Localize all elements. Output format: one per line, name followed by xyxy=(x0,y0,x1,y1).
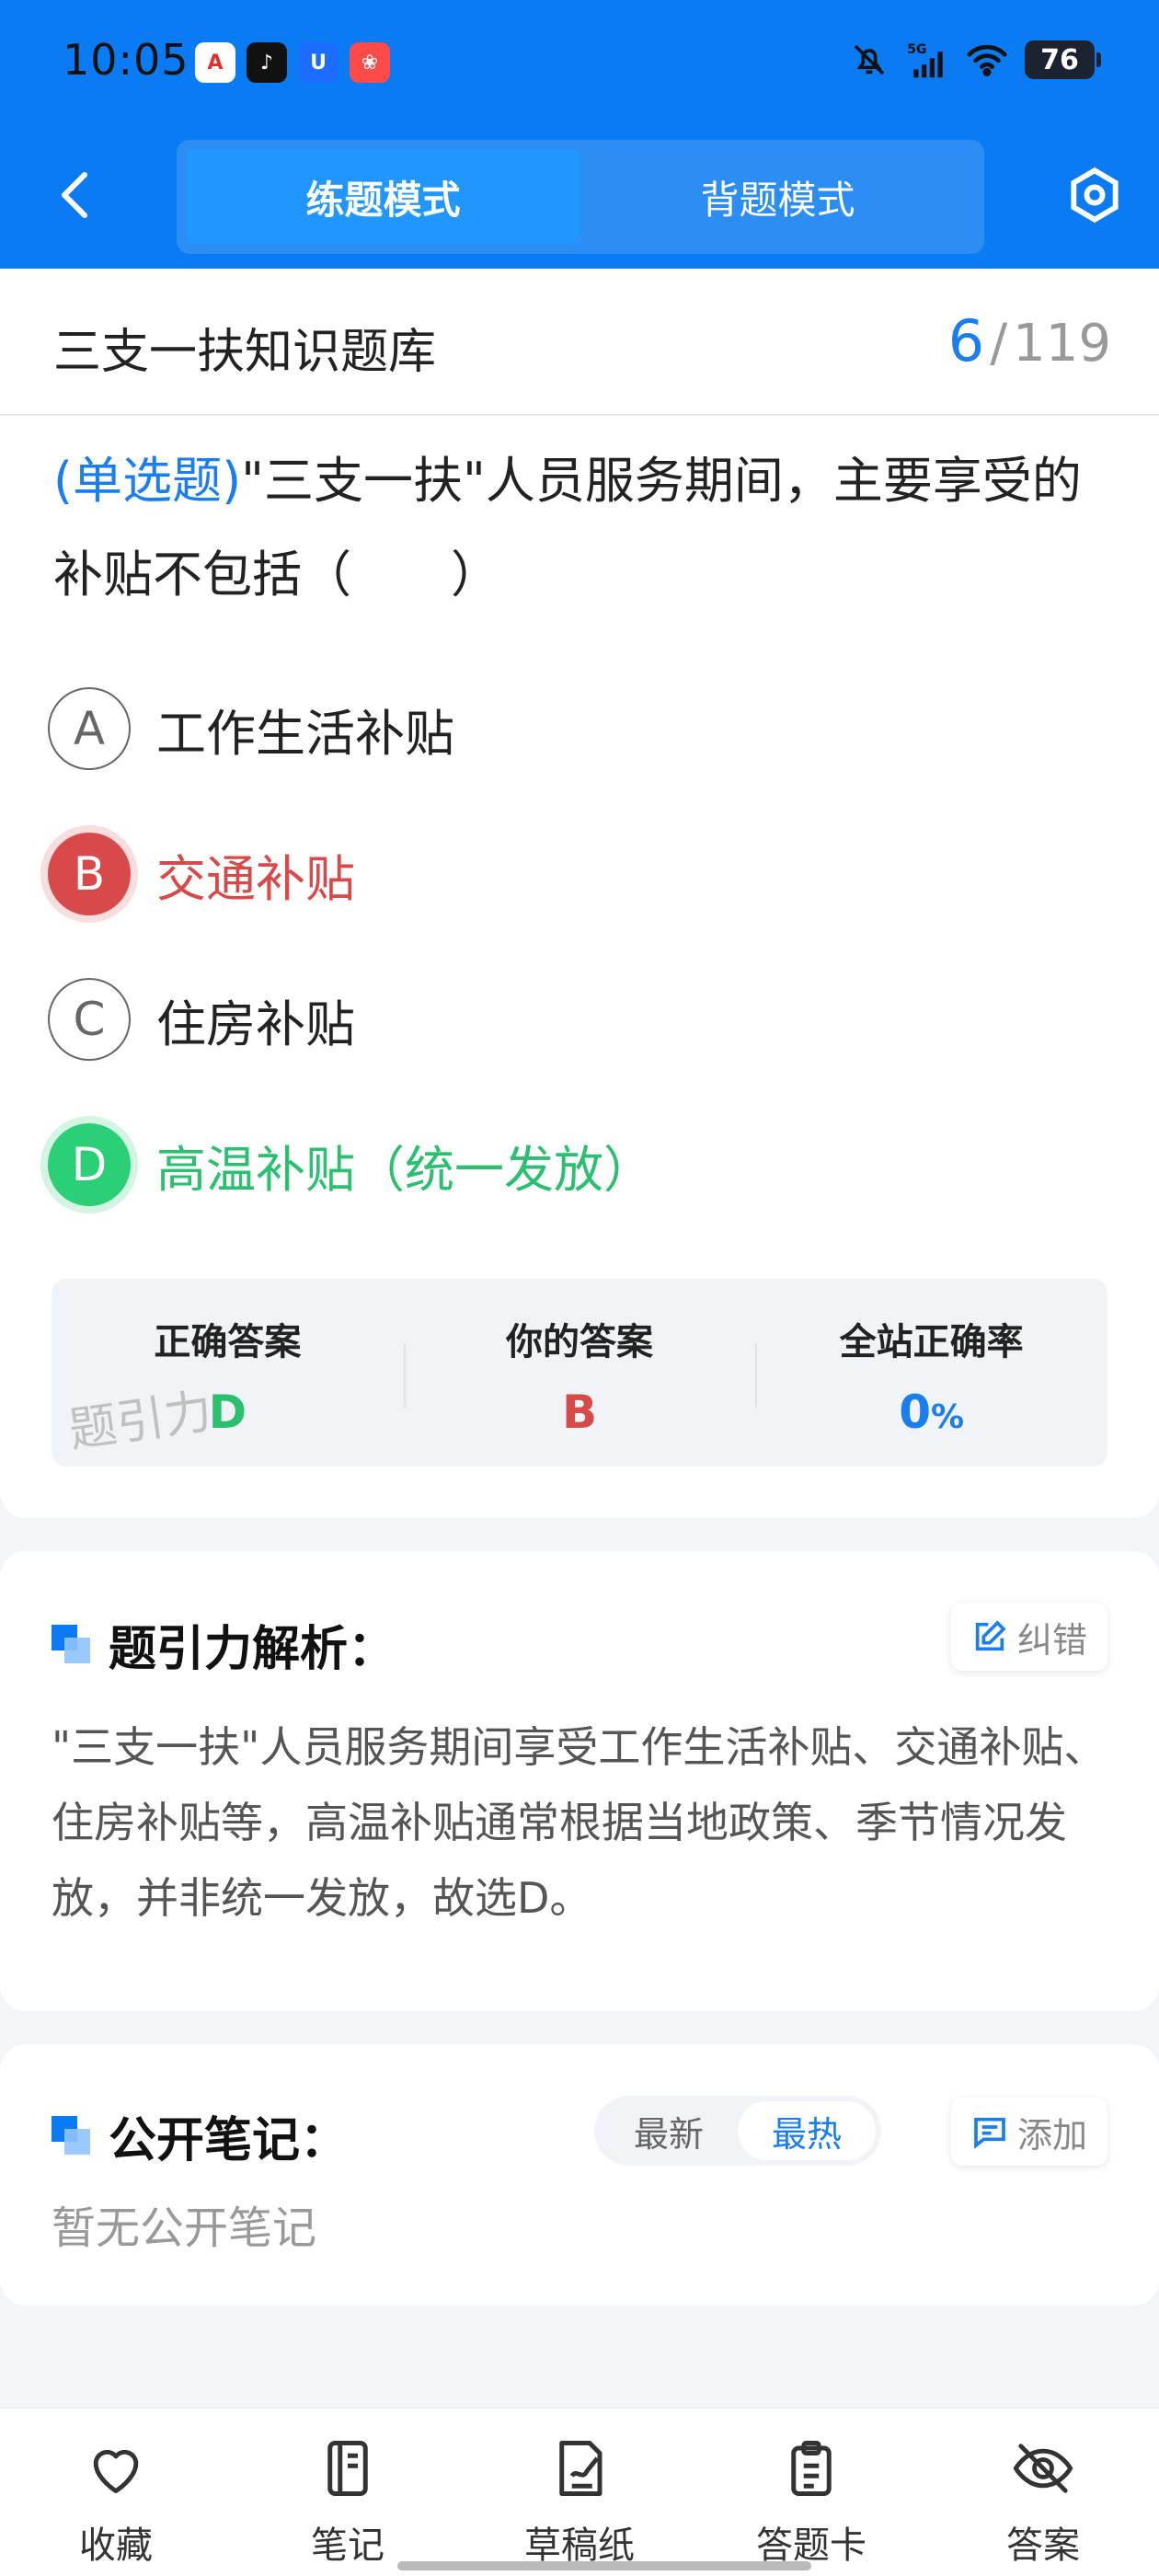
progress-separator: / xyxy=(990,314,1008,374)
edit-icon xyxy=(975,1620,1006,1651)
answer-card-icon xyxy=(779,2436,843,2501)
correct-answer-title: 正确答案 xyxy=(154,1321,302,1363)
question-type: (单选题) xyxy=(53,452,242,510)
heart-icon xyxy=(84,2436,148,2501)
option-letter: C xyxy=(48,978,131,1061)
progress-current: 6 xyxy=(947,307,985,374)
show-answer-label: 答案 xyxy=(1006,2524,1080,2567)
analysis-text: "三支一扶"人员服务期间享受工作生活补贴、交通补贴、住房补贴等，高温补贴通常根据… xyxy=(52,1722,1107,1923)
my-answer-title: 你的答案 xyxy=(506,1321,653,1363)
draft-paper-icon xyxy=(547,2436,612,2501)
back-button[interactable] xyxy=(46,166,105,224)
comment-icon xyxy=(974,2117,1005,2149)
accuracy-col: 全站正确率 0% xyxy=(755,1279,1107,1466)
accuracy-unit: % xyxy=(931,1398,965,1436)
app-u-icon: U xyxy=(298,42,339,83)
battery-indicator: 76 xyxy=(1025,40,1101,79)
notification-icons: A ♪ U ❀ xyxy=(195,42,390,83)
correct-answer-col: 正确答案 D 题引力 xyxy=(52,1279,404,1466)
my-answer-value: B xyxy=(561,1386,598,1439)
option-letter: D xyxy=(48,1123,131,1206)
analysis-header: 题引力解析： xyxy=(52,1610,396,1679)
settings-button[interactable] xyxy=(1065,166,1124,224)
report-error-label: 纠错 xyxy=(1016,1619,1087,1661)
system-icons: 5G 76 xyxy=(848,39,1101,81)
analysis-title: 题引力解析： xyxy=(109,1622,396,1677)
analysis-card: 题引力解析： 纠错 "三支一扶"人员服务期间享受工作生活补贴、交通补贴、住房补贴… xyxy=(0,1551,1159,2011)
option-text: 住房补贴 xyxy=(156,995,355,1053)
draft-paper-button[interactable]: 草稿纸 xyxy=(464,2409,695,2576)
wifi-icon xyxy=(966,39,1008,81)
tab-practice-mode[interactable]: 练题模式 xyxy=(186,149,580,245)
accuracy-value: 0% xyxy=(899,1386,964,1439)
sort-hottest[interactable]: 最热 xyxy=(738,2101,876,2160)
question-text: (单选题)"三支一扶"人员服务期间，主要享受的补贴不包括（ ） xyxy=(53,434,1111,622)
section-mark-icon xyxy=(52,2115,92,2156)
notebook-icon xyxy=(316,2436,380,2501)
option-text: 工作生活补贴 xyxy=(156,704,454,763)
app-red-icon: ❀ xyxy=(350,42,390,83)
notes-empty-text: 暂无公开笔记 xyxy=(52,2202,317,2254)
report-error-button[interactable]: 纠错 xyxy=(950,1603,1107,1671)
bottom-toolbar: 收藏 笔记 草稿纸 答题卡 答案 xyxy=(0,2407,1159,2576)
settings-hex-icon xyxy=(1071,167,1119,224)
option-a[interactable]: A 工作生活补贴 xyxy=(48,683,454,775)
notes-title: 公开笔记： xyxy=(109,2113,349,2168)
option-c[interactable]: C 住房补贴 xyxy=(48,973,355,1065)
show-answer-button[interactable]: 答案 xyxy=(927,2409,1159,2576)
svg-text:5G: 5G xyxy=(907,42,926,57)
add-note-label: 添加 xyxy=(1016,2114,1087,2156)
signal-5g-icon: 5G xyxy=(907,39,949,81)
tiktok-icon: ♪ xyxy=(247,42,287,83)
option-text: 高温补贴（统一发放） xyxy=(156,1140,653,1199)
notes-sort-toggle: 最新 最热 xyxy=(594,2096,881,2166)
accuracy-number: 0 xyxy=(899,1386,932,1439)
bell-off-icon xyxy=(848,39,890,81)
option-b[interactable]: B 交通补贴 xyxy=(48,828,355,920)
question-progress: 6/119 xyxy=(948,307,1111,374)
tab-memorize-mode[interactable]: 背题模式 xyxy=(580,149,975,245)
add-note-button[interactable]: 添加 xyxy=(950,2098,1107,2166)
progress-total: 119 xyxy=(1013,314,1111,374)
option-d[interactable]: D 高温补贴（统一发放） xyxy=(48,1119,653,1211)
section-mark-icon xyxy=(52,1624,92,1665)
sort-latest[interactable]: 最新 xyxy=(600,2101,738,2160)
home-indicator[interactable] xyxy=(397,2561,811,2570)
option-letter: B xyxy=(48,833,131,915)
notes-label: 笔记 xyxy=(311,2524,384,2567)
status-time: 10:05 xyxy=(63,35,189,85)
option-text: 交通补贴 xyxy=(156,849,355,908)
notes-header: 公开笔记： xyxy=(52,2101,348,2170)
my-answer-col: 你的答案 B xyxy=(403,1279,756,1466)
favorite-label: 收藏 xyxy=(79,2524,153,2567)
favorite-button[interactable]: 收藏 xyxy=(0,2409,232,2576)
answer-summary: 正确答案 D 题引力 你的答案 B 全站正确率 0% xyxy=(52,1279,1107,1466)
option-letter: A xyxy=(48,687,131,770)
eye-off-icon xyxy=(1011,2436,1075,2501)
app-header: 10:05 A ♪ U ❀ 5G 76 练题模式 背题模式 xyxy=(0,0,1159,269)
notes-card: 公开笔记： 最新 最热 添加 暂无公开笔记 xyxy=(0,2044,1159,2306)
question-card: 三支一扶知识题库 6/119 (单选题)"三支一扶"人员服务期间，主要享受的补贴… xyxy=(0,269,1159,1518)
status-bar: 10:05 A ♪ U ❀ 5G 76 xyxy=(0,0,1159,129)
app-a-icon: A xyxy=(195,42,235,83)
accuracy-title: 全站正确率 xyxy=(839,1321,1024,1363)
notes-button[interactable]: 笔记 xyxy=(232,2409,464,2576)
question-bank-row: 三支一扶知识题库 6/119 xyxy=(0,269,1159,416)
bank-name: 三支一扶知识题库 xyxy=(53,325,437,380)
answer-card-button[interactable]: 答题卡 xyxy=(695,2409,927,2576)
chevron-left-icon xyxy=(62,172,87,218)
watermark: 题引力 xyxy=(65,1384,216,1459)
mode-switch: 练题模式 背题模式 xyxy=(177,140,984,254)
